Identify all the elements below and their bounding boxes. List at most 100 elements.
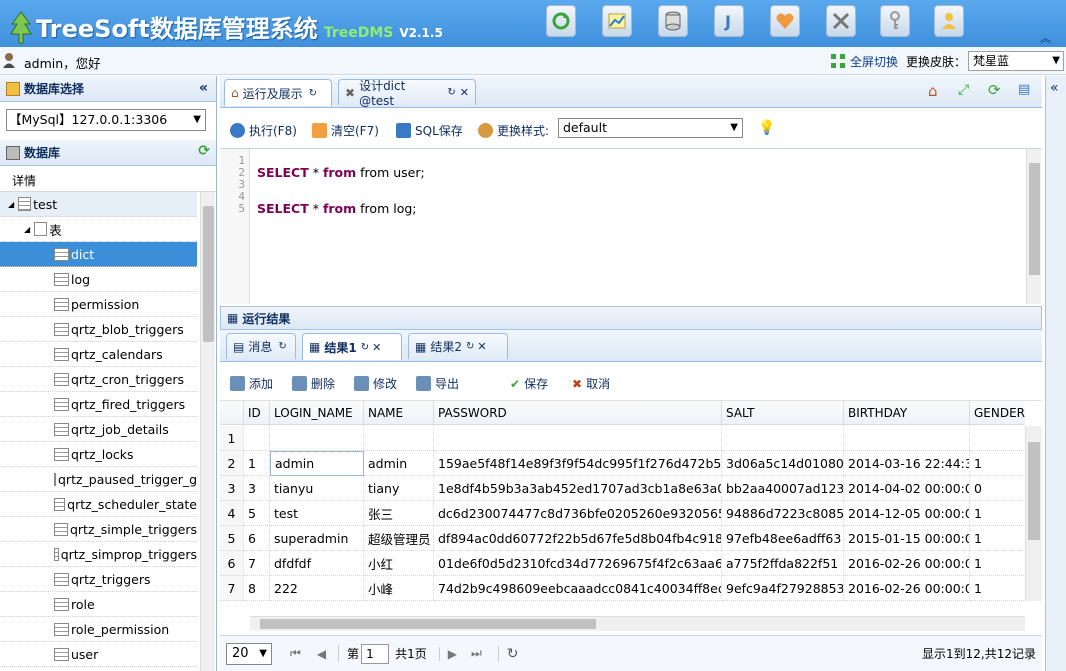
tree-table-qrtz-triggers[interactable]: qrtz_triggers xyxy=(0,567,197,592)
tab-design-dict[interactable]: ✖ 设计dict @test ↻ ✕ xyxy=(338,79,476,108)
table-cell[interactable] xyxy=(970,426,1025,451)
tab-messages[interactable]: ▤ 消息 ↻ xyxy=(226,333,296,359)
tree-table-qrtz-cron-triggers[interactable]: qrtz_cron_triggers xyxy=(0,367,197,392)
table-cell[interactable] xyxy=(364,426,434,451)
sql-save-button[interactable]: SQL保存 xyxy=(396,122,463,139)
skin-select[interactable]: 梵星蓝 ▼ xyxy=(968,51,1064,71)
tools-button[interactable] xyxy=(826,5,856,37)
expand-right-icon[interactable]: « xyxy=(1050,80,1059,96)
tree-node-tables[interactable]: ◢ 表 xyxy=(0,217,197,242)
editor-scrollbar[interactable] xyxy=(1026,149,1041,304)
window-icon[interactable]: ▤ xyxy=(1018,82,1030,97)
table-cell[interactable]: dfdfdf xyxy=(270,551,364,576)
tree-table-qrtz-paused-trigger-g[interactable]: qrtz_paused_trigger_g xyxy=(0,467,197,492)
table-cell[interactable]: dc6d230074477c8d736bfe0205260e9320565aa6 xyxy=(434,501,722,526)
tree-table-qrtz-simple-triggers[interactable]: qrtz_simple_triggers xyxy=(0,517,197,542)
column-header[interactable]: PASSWORD xyxy=(434,401,722,425)
table-cell[interactable]: 2016-02-26 00:00:00 xyxy=(844,576,970,601)
table-cell[interactable]: 2014-12-05 00:00:00 xyxy=(844,501,970,526)
table-cell[interactable]: 2014-03-16 22:44:39 xyxy=(844,451,970,476)
tree-node-schema[interactable]: ◢ test xyxy=(0,192,197,217)
fullscreen-icon[interactable] xyxy=(830,53,846,69)
tab-run-display[interactable]: ⌂ 运行及展示 ↻ xyxy=(224,79,332,106)
grid-h-scroll-thumb[interactable] xyxy=(260,619,596,629)
table-cell[interactable]: 2015-01-15 00:00:00 xyxy=(844,526,970,551)
table-cell[interactable] xyxy=(844,426,970,451)
lightbulb-icon[interactable]: 💡 xyxy=(758,120,775,136)
table-cell[interactable]: 小红 xyxy=(364,551,434,576)
java-button[interactable]: J xyxy=(714,5,744,37)
east-collapsed-panel[interactable]: « xyxy=(1045,76,1066,671)
table-cell[interactable]: 1 xyxy=(970,576,1025,601)
table-cell[interactable]: 159ae5f48f14e89f3f9f54dc995f1f276d472b54 xyxy=(434,451,722,476)
grid-v-scrollbar[interactable] xyxy=(1025,426,1042,601)
table-cell[interactable]: 1 xyxy=(970,501,1025,526)
column-header[interactable]: BIRTHDAY xyxy=(844,401,970,425)
tree-table-role-permission[interactable]: role_permission xyxy=(0,617,197,642)
sql-editor[interactable]: 1 2 3 4 5 SELECT * from from user; SELEC… xyxy=(220,148,1042,304)
expand-icon[interactable]: ⤢ xyxy=(958,82,969,98)
tab-result1[interactable]: ▦ 结果1 ↻ ✕ xyxy=(302,333,402,360)
tree-table-log[interactable]: log xyxy=(0,267,197,292)
column-header[interactable]: NAME xyxy=(364,401,434,425)
table-cell[interactable]: tianyu xyxy=(270,476,364,501)
table-cell[interactable]: 74d2b9c498609eebcaaadcc0841c40034ff8eda0 xyxy=(434,576,722,601)
close-icon[interactable]: ✕ xyxy=(460,86,469,99)
collapse-header-icon[interactable]: ︽ xyxy=(1040,30,1051,46)
table-cell[interactable]: 94886d7223c80850 xyxy=(722,501,844,526)
table-cell[interactable]: 01de6f0d5d2310fcd34d77269675f4f2c63aa614 xyxy=(434,551,722,576)
delete-button[interactable]: 删除 xyxy=(292,375,335,392)
close-icon[interactable]: ✕ xyxy=(372,341,381,354)
refresh-tab-icon[interactable]: ↻ xyxy=(309,88,317,99)
save-button[interactable]: ✔ 保存 xyxy=(510,375,548,392)
next-page-icon[interactable]: ▶ xyxy=(438,646,457,661)
tree-table-qrtz-simprop-triggers[interactable]: qrtz_simprop_triggers xyxy=(0,542,197,567)
table-cell[interactable]: superadmin xyxy=(270,526,364,551)
table-cell[interactable]: 张三 xyxy=(364,501,434,526)
table-cell[interactable]: 9efc9a4f27928853 xyxy=(722,576,844,601)
tree-table-qrtz-blob-triggers[interactable]: qrtz_blob_triggers xyxy=(0,317,197,342)
tree-scroll-thumb[interactable] xyxy=(203,206,214,342)
table-cell[interactable]: 1 xyxy=(970,526,1025,551)
tree-table-qrtz-fired-triggers[interactable]: qrtz_fired_triggers xyxy=(0,392,197,417)
close-icon[interactable]: ✕ xyxy=(477,340,486,353)
table-cell[interactable] xyxy=(244,426,270,451)
table-cell[interactable]: 2014-04-02 00:00:00 xyxy=(844,476,970,501)
table-cell[interactable]: bb2aa40007ad1238 xyxy=(722,476,844,501)
refresh-tab-icon[interactable]: ↻ xyxy=(361,342,369,353)
table-cell[interactable]: 1 xyxy=(970,551,1025,576)
database-button[interactable] xyxy=(658,5,688,37)
tree-table-qrtz-scheduler-state[interactable]: qrtz_scheduler_state xyxy=(0,492,197,517)
add-button[interactable]: 添加 xyxy=(230,375,273,392)
column-header[interactable]: ID xyxy=(244,401,270,425)
column-header[interactable]: SALT xyxy=(722,401,844,425)
tree-scrollbar[interactable] xyxy=(200,192,215,671)
column-header[interactable]: GENDER xyxy=(970,401,1025,425)
last-page-icon[interactable]: ⏭ xyxy=(471,646,482,661)
prev-page-icon[interactable]: ◀ xyxy=(317,647,326,661)
table-cell[interactable]: 3d06a5c14d010804 xyxy=(722,451,844,476)
table-cell[interactable]: a775f2ffda822f51 xyxy=(722,551,844,576)
table-cell[interactable]: admin xyxy=(364,451,434,476)
refresh-icon[interactable]: ⟳ xyxy=(988,81,1001,99)
page-number-input[interactable]: 1 xyxy=(361,643,390,664)
table-cell[interactable]: 1 xyxy=(970,451,1025,476)
column-header[interactable]: LOGIN_NAME xyxy=(270,401,364,425)
table-cell[interactable]: 超级管理员 xyxy=(364,526,434,551)
chart-button[interactable] xyxy=(602,5,632,37)
tree-table-qrtz-locks[interactable]: qrtz_locks xyxy=(0,442,197,467)
tree-table-role[interactable]: role xyxy=(0,592,197,617)
table-cell[interactable]: 3 xyxy=(244,476,270,501)
table-cell[interactable]: 7 xyxy=(244,551,270,576)
editor-scroll-thumb[interactable] xyxy=(1029,163,1040,275)
fullscreen-toggle[interactable]: 全屏切换 xyxy=(850,53,898,70)
tree-table-permission[interactable]: permission xyxy=(0,292,197,317)
grid-h-scrollbar[interactable] xyxy=(250,616,1025,631)
heart-button[interactable] xyxy=(770,5,800,37)
table-cell[interactable]: 0 xyxy=(970,476,1025,501)
refresh-tab-icon[interactable]: ↻ xyxy=(447,87,455,98)
table-cell[interactable]: 97efb48ee6adff63 xyxy=(722,526,844,551)
refresh-button[interactable] xyxy=(546,5,576,37)
table-cell[interactable]: df894ac0dd60772f22b5d67fe5d8b04fb4c9188d xyxy=(434,526,722,551)
table-cell[interactable]: test xyxy=(270,501,364,526)
